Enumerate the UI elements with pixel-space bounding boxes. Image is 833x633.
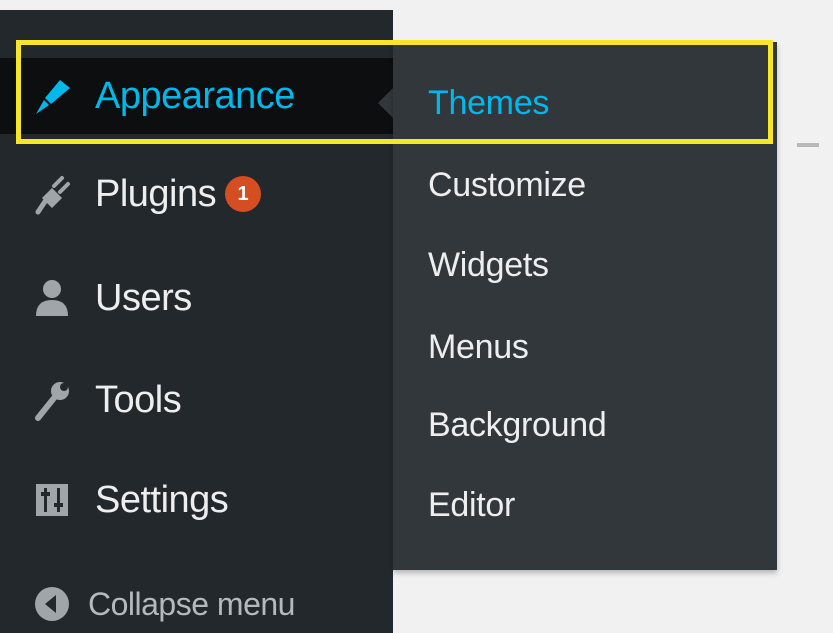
sidebar-item-label: Plugins (95, 172, 217, 215)
content-divider-fragment (797, 143, 819, 147)
user-icon (30, 276, 74, 320)
collapse-arrow-icon (30, 582, 74, 626)
paintbrush-icon (30, 74, 74, 118)
active-menu-pointer (378, 88, 393, 118)
sidebar-item-appearance[interactable]: Appearance (0, 58, 393, 134)
sidebar-item-tools[interactable]: Tools (0, 362, 393, 438)
submenu-item-themes[interactable]: Themes (428, 84, 549, 123)
appearance-submenu: Themes Customize Widgets Menus Backgroun… (393, 42, 777, 570)
submenu-item-menus[interactable]: Menus (428, 328, 529, 367)
sidebar-item-label: Appearance (95, 74, 295, 117)
update-count-badge: 1 (225, 176, 261, 212)
collapse-menu-button[interactable]: Collapse menu (0, 566, 393, 633)
collapse-menu-label: Collapse menu (88, 585, 295, 622)
submenu-item-background[interactable]: Background (428, 406, 607, 445)
wrench-icon (30, 378, 74, 422)
admin-screen: Appearance Plugins 1 Users Tools Setting… (0, 0, 833, 633)
sidebar-item-label: Tools (95, 378, 182, 421)
sidebar-item-settings[interactable]: Settings (0, 462, 393, 538)
sidebar-item-label: Users (95, 276, 192, 319)
settings-sliders-icon (30, 478, 74, 522)
submenu-item-editor[interactable]: Editor (428, 486, 515, 525)
admin-sidebar: Appearance Plugins 1 Users Tools Setting… (0, 10, 393, 633)
submenu-item-widgets[interactable]: Widgets (428, 246, 549, 285)
plugin-icon (30, 172, 74, 216)
sidebar-item-label: Settings (95, 478, 229, 521)
submenu-item-customize[interactable]: Customize (428, 166, 586, 205)
sidebar-item-users[interactable]: Users (0, 260, 393, 336)
sidebar-item-plugins[interactable]: Plugins 1 (0, 156, 393, 232)
